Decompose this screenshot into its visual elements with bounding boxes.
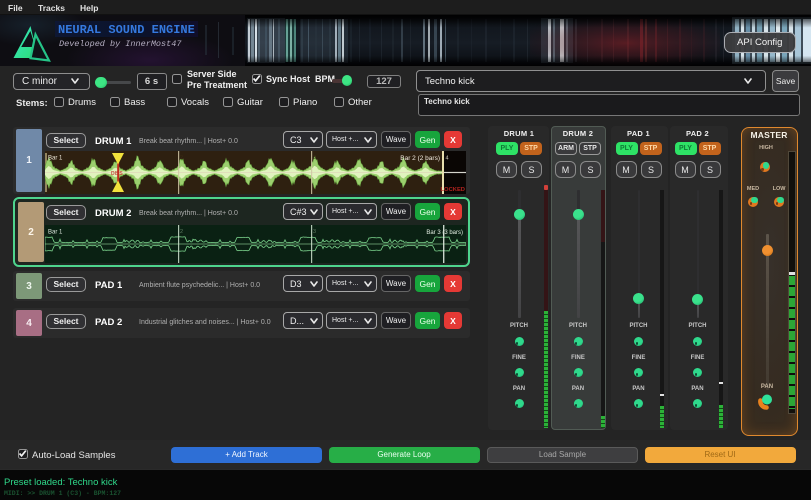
svg-text:Bar 1: Bar 1 — [48, 230, 63, 236]
svg-text:4: 4 — [446, 156, 449, 162]
svg-text:3: 3 — [313, 155, 316, 161]
svg-text:DISS: DISS — [111, 171, 123, 177]
svg-text:Bar 3 (3 bars): Bar 3 (3 bars) — [426, 230, 463, 236]
svg-text:2: 2 — [180, 155, 183, 161]
svg-text:LOCKED: LOCKED — [441, 187, 465, 193]
svg-text:3: 3 — [313, 229, 316, 235]
svg-text:Bar 2 (2 bars): Bar 2 (2 bars) — [400, 155, 440, 162]
svg-text:2: 2 — [180, 229, 183, 235]
svg-text:Bar 1: Bar 1 — [48, 156, 63, 162]
